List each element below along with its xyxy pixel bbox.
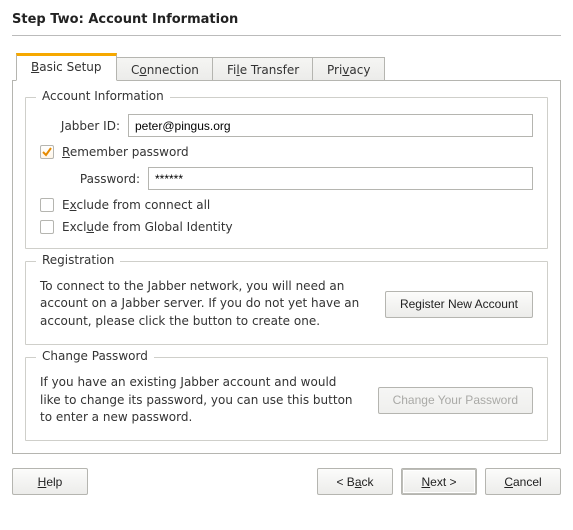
exclude-connect-all-label[interactable]: Exclude from connect all	[62, 198, 210, 212]
tabpanel-basic-setup: Account Information Jabber ID: Remember …	[12, 80, 561, 454]
remember-password-checkbox[interactable]	[40, 145, 54, 159]
password-input[interactable]	[148, 167, 533, 190]
divider	[12, 35, 561, 36]
tab-privacy[interactable]: Privacy	[312, 57, 385, 81]
help-button[interactable]: Help	[12, 468, 88, 495]
registration-desc: To connect to the Jabber network, you wi…	[40, 278, 377, 330]
tab-file-transfer[interactable]: File Transfer	[212, 57, 314, 81]
exclude-global-identity-checkbox[interactable]	[40, 220, 54, 234]
group-title: Registration	[36, 253, 120, 267]
tab-connection[interactable]: Connection	[116, 57, 214, 81]
change-password-desc: If you have an existing Jabber account a…	[40, 374, 370, 426]
group-title: Account Information	[36, 89, 170, 103]
change-your-password-button: Change Your Password	[378, 387, 533, 414]
footer: Help < Back Next > Cancel	[12, 468, 561, 495]
jabber-id-label: Jabber ID:	[40, 119, 128, 133]
password-label: Password:	[40, 172, 148, 186]
group-registration: Registration To connect to the Jabber ne…	[25, 261, 548, 345]
group-change-password: Change Password If you have an existing …	[25, 357, 548, 441]
next-button[interactable]: Next >	[401, 468, 477, 495]
back-button[interactable]: < Back	[317, 468, 393, 495]
remember-password-label[interactable]: Remember password	[62, 145, 189, 159]
group-account-info: Account Information Jabber ID: Remember …	[25, 97, 548, 249]
exclude-global-identity-label[interactable]: Exclude from Global Identity	[62, 220, 233, 234]
jabber-id-input[interactable]	[128, 114, 533, 137]
group-title: Change Password	[36, 349, 154, 363]
tabstrip: Basic Setup Connection File Transfer Pri…	[16, 54, 561, 80]
page-title: Step Two: Account Information	[12, 12, 561, 27]
cancel-button[interactable]: Cancel	[485, 468, 561, 495]
register-new-account-button[interactable]: Register New Account	[385, 291, 533, 318]
exclude-connect-all-checkbox[interactable]	[40, 198, 54, 212]
tab-basic-setup[interactable]: Basic Setup	[16, 53, 117, 81]
